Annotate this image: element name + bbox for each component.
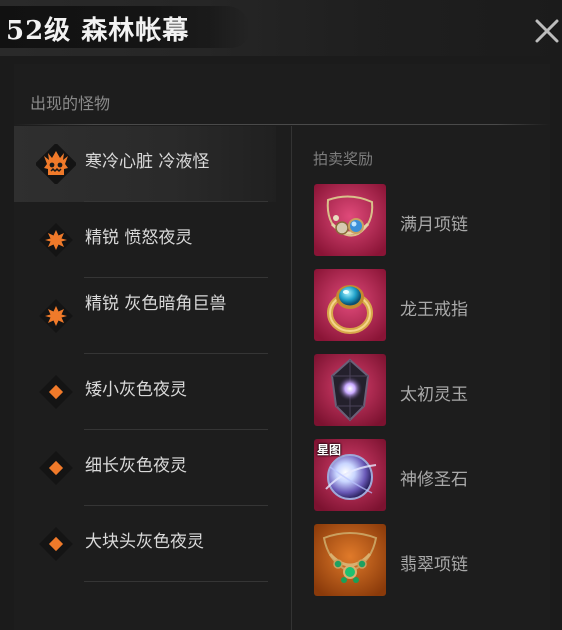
monster-item-normal[interactable]: 大块头灰色夜灵: [14, 506, 276, 582]
reward-name: 龙王戒指: [400, 300, 468, 320]
elite-star-icon: [36, 220, 76, 260]
close-icon[interactable]: [534, 18, 560, 44]
monster-name: 寒冷心脏 冷液怪: [85, 152, 210, 172]
reward-tag: 星图: [317, 443, 342, 457]
reward-name: 翡翠项链: [400, 555, 468, 575]
boss-skull-icon: [36, 144, 76, 184]
necklace-icon: [314, 184, 386, 256]
monster-item-boss[interactable]: 寒冷心脏 冷液怪: [14, 126, 276, 202]
section-divider: [14, 124, 550, 125]
monster-name: 细长灰色夜灵: [85, 456, 187, 476]
elite-star-icon: [36, 296, 76, 336]
normal-diamond-icon: [36, 448, 76, 488]
dark-crystal-icon: [314, 354, 386, 426]
monster-item-elite[interactable]: 精锐 灰色暗角巨兽: [14, 278, 276, 354]
normal-diamond-icon: [36, 524, 76, 564]
reward-item[interactable]: 太初灵玉: [314, 354, 544, 439]
monster-name: 精锐 愤怒夜灵: [85, 228, 193, 248]
monster-section-title: 出现的怪物: [30, 94, 111, 113]
dungeon-title: 52级 森林帐幕: [6, 16, 190, 46]
title-bar: 52级 森林帐幕: [0, 0, 562, 56]
reward-list: 满月项链 龙王戒指 太初灵玉 星图 神修圣石 翡翠项链: [314, 184, 544, 609]
normal-diamond-icon: [36, 372, 76, 412]
ring-icon: [314, 269, 386, 341]
reward-name: 神修圣石: [400, 470, 468, 490]
monster-name: 矮小灰色夜灵: [85, 380, 187, 400]
row-divider: [84, 581, 268, 582]
reward-section-title: 拍卖奖励: [313, 150, 374, 168]
reward-item[interactable]: 满月项链: [314, 184, 544, 269]
monster-item-normal[interactable]: 矮小灰色夜灵: [14, 354, 276, 430]
reward-item[interactable]: 翡翠项链: [314, 524, 544, 609]
monster-item-elite[interactable]: 精锐 愤怒夜灵: [14, 202, 276, 278]
column-divider: [291, 126, 292, 630]
reward-name: 满月项链: [400, 215, 468, 235]
monster-list: 寒冷心脏 冷液怪 精锐 愤怒夜灵 精锐 灰色暗角巨兽 矮小灰色夜灵 细长灰色夜灵…: [14, 126, 276, 582]
dungeon-info-panel: 出现的怪物 寒冷心脏 冷液怪 精锐 愤怒夜灵 精锐 灰色暗角巨兽 矮小灰色夜灵 …: [14, 64, 550, 630]
monster-item-normal[interactable]: 细长灰色夜灵: [14, 430, 276, 506]
reward-item[interactable]: 星图 神修圣石: [314, 439, 544, 524]
monster-name: 精锐 灰色暗角巨兽: [85, 294, 227, 314]
emerald-necklace-icon: [314, 524, 386, 596]
reward-item[interactable]: 龙王戒指: [314, 269, 544, 354]
monster-name: 大块头灰色夜灵: [85, 532, 204, 552]
reward-name: 太初灵玉: [400, 385, 468, 405]
